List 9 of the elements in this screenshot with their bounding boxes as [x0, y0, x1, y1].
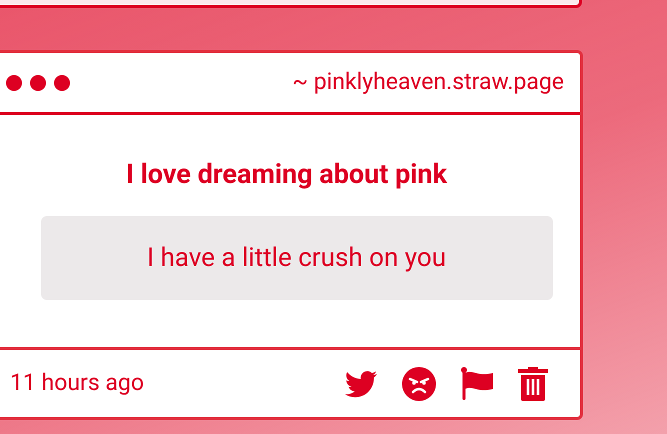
post-title: I love dreaming about pink	[126, 161, 447, 188]
post-time: 11 hours ago	[10, 368, 144, 398]
bird-icon[interactable]	[344, 370, 378, 398]
angry-face-icon[interactable]	[402, 366, 436, 400]
flag-icon[interactable]	[460, 366, 494, 400]
window-dots-icon	[6, 74, 70, 90]
message-text: I have a little crush on you	[146, 242, 446, 274]
page-address: ~ pinklyheaven.straw.page	[292, 67, 564, 98]
trash-icon[interactable]	[518, 366, 548, 400]
